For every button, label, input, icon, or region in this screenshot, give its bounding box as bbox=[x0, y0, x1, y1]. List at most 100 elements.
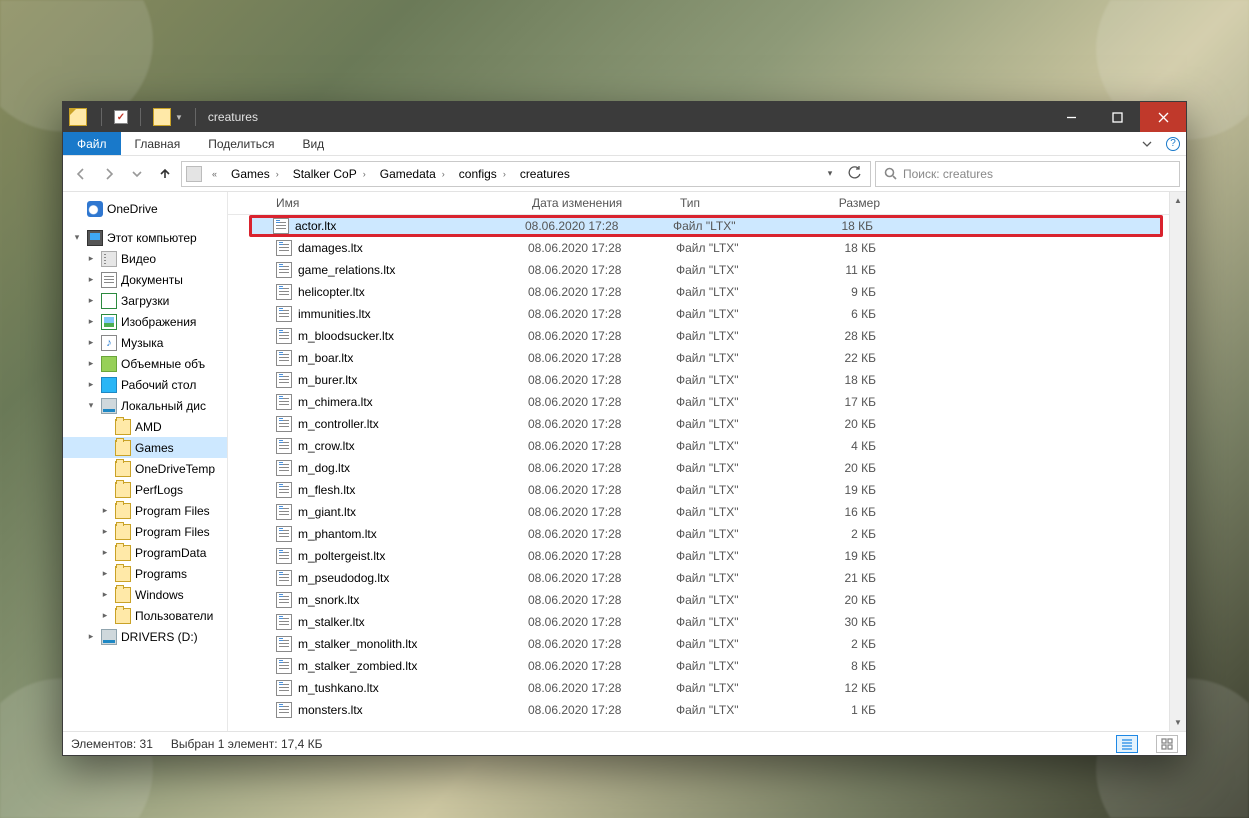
scrollbar[interactable]: ▲ ▼ bbox=[1169, 192, 1186, 731]
fld-icon bbox=[115, 440, 131, 456]
expand-icon[interactable]: ▸ bbox=[99, 610, 111, 621]
expand-ribbon-icon[interactable] bbox=[1134, 132, 1160, 155]
tree-item[interactable]: PerfLogs bbox=[63, 479, 227, 500]
address-bar[interactable]: « Games› Stalker CoP› Gamedata› configs›… bbox=[181, 161, 871, 187]
file-row[interactable]: m_crow.ltx08.06.2020 17:28Файл "LTX"4 КБ bbox=[228, 435, 1169, 457]
file-row[interactable]: m_dog.ltx08.06.2020 17:28Файл "LTX"20 КБ bbox=[228, 457, 1169, 479]
expand-icon[interactable]: ▸ bbox=[85, 274, 97, 285]
file-row[interactable]: m_poltergeist.ltx08.06.2020 17:28Файл "L… bbox=[228, 545, 1169, 567]
expand-icon[interactable]: ▸ bbox=[85, 337, 97, 348]
expand-icon[interactable]: ▸ bbox=[85, 295, 97, 306]
expand-icon[interactable]: ▸ bbox=[99, 505, 111, 516]
tree-item[interactable]: ▸Документы bbox=[63, 269, 227, 290]
title-bar[interactable]: ✓ ▼ creatures bbox=[63, 102, 1186, 132]
tree-item[interactable]: ▸Windows bbox=[63, 584, 227, 605]
file-row[interactable]: m_bloodsucker.ltx08.06.2020 17:28Файл "L… bbox=[228, 325, 1169, 347]
file-row[interactable]: m_pseudodog.ltx08.06.2020 17:28Файл "LTX… bbox=[228, 567, 1169, 589]
tree-item[interactable]: ▸ProgramData bbox=[63, 542, 227, 563]
qat-properties-icon[interactable]: ✓ bbox=[114, 110, 128, 124]
file-row[interactable]: m_burer.ltx08.06.2020 17:28Файл "LTX"18 … bbox=[228, 369, 1169, 391]
tree-item[interactable]: ▾Локальный дис bbox=[63, 395, 227, 416]
tree-item[interactable]: ▸Program Files bbox=[63, 500, 227, 521]
file-row[interactable]: m_tushkano.ltx08.06.2020 17:28Файл "LTX"… bbox=[228, 677, 1169, 699]
file-row[interactable]: monsters.ltx08.06.2020 17:28Файл "LTX"1 … bbox=[228, 699, 1169, 721]
tree-item[interactable]: ▸Загрузки bbox=[63, 290, 227, 311]
file-row[interactable]: helicopter.ltx08.06.2020 17:28Файл "LTX"… bbox=[228, 281, 1169, 303]
view-large-button[interactable] bbox=[1156, 735, 1178, 753]
tab-home[interactable]: Главная bbox=[121, 132, 195, 155]
tree-item[interactable]: ▾Этот компьютер bbox=[63, 227, 227, 248]
file-row[interactable]: immunities.ltx08.06.2020 17:28Файл "LTX"… bbox=[228, 303, 1169, 325]
tree-item[interactable]: ▸Programs bbox=[63, 563, 227, 584]
tree-item[interactable]: ▸Видео bbox=[63, 248, 227, 269]
breadcrumb[interactable]: Gamedata› bbox=[374, 165, 451, 183]
tab-share[interactable]: Поделиться bbox=[194, 132, 288, 155]
navigation-pane[interactable]: OneDrive▾Этот компьютер▸Видео▸Документы▸… bbox=[63, 192, 228, 731]
file-row[interactable]: m_flesh.ltx08.06.2020 17:28Файл "LTX"19 … bbox=[228, 479, 1169, 501]
expand-icon[interactable]: ▸ bbox=[99, 547, 111, 558]
expand-icon[interactable]: ▸ bbox=[85, 631, 97, 642]
expand-icon[interactable]: ▸ bbox=[99, 568, 111, 579]
nav-back-button[interactable] bbox=[69, 162, 93, 186]
file-row[interactable]: game_relations.ltx08.06.2020 17:28Файл "… bbox=[228, 259, 1169, 281]
col-size[interactable]: Размер bbox=[790, 196, 880, 210]
file-row[interactable]: m_snork.ltx08.06.2020 17:28Файл "LTX"20 … bbox=[228, 589, 1169, 611]
tree-item[interactable]: ▸Изображения bbox=[63, 311, 227, 332]
file-row[interactable]: m_stalker.ltx08.06.2020 17:28Файл "LTX"3… bbox=[228, 611, 1169, 633]
file-row[interactable]: m_boar.ltx08.06.2020 17:28Файл "LTX"22 К… bbox=[228, 347, 1169, 369]
refresh-button[interactable] bbox=[842, 166, 866, 182]
col-name[interactable]: Имя bbox=[276, 196, 532, 210]
col-type[interactable]: Тип bbox=[680, 196, 790, 210]
expand-icon[interactable]: ▾ bbox=[85, 400, 97, 411]
breadcrumb[interactable]: creatures bbox=[514, 165, 576, 183]
file-row[interactable]: m_stalker_zombied.ltx08.06.2020 17:28Фай… bbox=[228, 655, 1169, 677]
tab-view[interactable]: Вид bbox=[288, 132, 338, 155]
file-row[interactable]: m_stalker_monolith.ltx08.06.2020 17:28Фа… bbox=[228, 633, 1169, 655]
nav-recent-button[interactable] bbox=[125, 162, 149, 186]
tree-item[interactable]: OneDriveTemp bbox=[63, 458, 227, 479]
breadcrumb-root[interactable]: « bbox=[204, 167, 223, 181]
col-date[interactable]: Дата изменения bbox=[532, 196, 680, 210]
file-type: Файл "LTX" bbox=[676, 549, 786, 563]
expand-icon[interactable]: ▸ bbox=[85, 316, 97, 327]
view-details-button[interactable] bbox=[1116, 735, 1138, 753]
tree-item[interactable]: Games bbox=[63, 437, 227, 458]
file-list[interactable]: actor.ltx08.06.2020 17:28Файл "LTX"18 КБ… bbox=[228, 215, 1169, 731]
tree-item[interactable]: ▸Program Files bbox=[63, 521, 227, 542]
tree-item[interactable]: ▸Объемные объ bbox=[63, 353, 227, 374]
tree-item[interactable]: ▸♪Музыка bbox=[63, 332, 227, 353]
qat-new-folder-icon[interactable] bbox=[153, 108, 171, 126]
file-name: m_dog.ltx bbox=[298, 461, 528, 475]
expand-icon[interactable]: ▾ bbox=[71, 232, 83, 243]
expand-icon[interactable]: ▸ bbox=[85, 379, 97, 390]
file-row[interactable]: actor.ltx08.06.2020 17:28Файл "LTX"18 КБ bbox=[228, 215, 1169, 237]
expand-icon[interactable]: ▸ bbox=[99, 589, 111, 600]
file-row[interactable]: m_giant.ltx08.06.2020 17:28Файл "LTX"16 … bbox=[228, 501, 1169, 523]
nav-up-button[interactable] bbox=[153, 162, 177, 186]
expand-icon[interactable]: ▸ bbox=[99, 526, 111, 537]
qat-dropdown-icon[interactable]: ▼ bbox=[175, 113, 183, 122]
breadcrumb[interactable]: Games› bbox=[225, 165, 285, 183]
expand-icon[interactable]: ▸ bbox=[85, 358, 97, 369]
breadcrumb[interactable]: Stalker CoP› bbox=[287, 165, 372, 183]
address-dropdown-icon[interactable]: ▾ bbox=[820, 168, 840, 179]
breadcrumb[interactable]: configs› bbox=[453, 165, 512, 183]
file-row[interactable]: m_phantom.ltx08.06.2020 17:28Файл "LTX"2… bbox=[228, 523, 1169, 545]
help-button[interactable]: ? bbox=[1160, 132, 1186, 155]
file-row[interactable]: m_chimera.ltx08.06.2020 17:28Файл "LTX"1… bbox=[228, 391, 1169, 413]
file-row[interactable]: m_controller.ltx08.06.2020 17:28Файл "LT… bbox=[228, 413, 1169, 435]
scroll-down-icon[interactable]: ▼ bbox=[1170, 714, 1186, 731]
tree-item[interactable]: ▸Рабочий стол bbox=[63, 374, 227, 395]
tab-file[interactable]: Файл bbox=[63, 132, 121, 155]
expand-icon[interactable]: ▸ bbox=[85, 253, 97, 264]
minimize-button[interactable] bbox=[1048, 102, 1094, 132]
tree-item[interactable]: ▸Пользователи bbox=[63, 605, 227, 626]
search-box[interactable]: Поиск: creatures bbox=[875, 161, 1180, 187]
close-button[interactable] bbox=[1140, 102, 1186, 132]
file-row[interactable]: damages.ltx08.06.2020 17:28Файл "LTX"18 … bbox=[228, 237, 1169, 259]
scroll-up-icon[interactable]: ▲ bbox=[1170, 192, 1186, 209]
tree-item[interactable]: AMD bbox=[63, 416, 227, 437]
maximize-button[interactable] bbox=[1094, 102, 1140, 132]
tree-item[interactable]: OneDrive bbox=[63, 198, 227, 219]
tree-item[interactable]: ▸DRIVERS (D:) bbox=[63, 626, 227, 647]
